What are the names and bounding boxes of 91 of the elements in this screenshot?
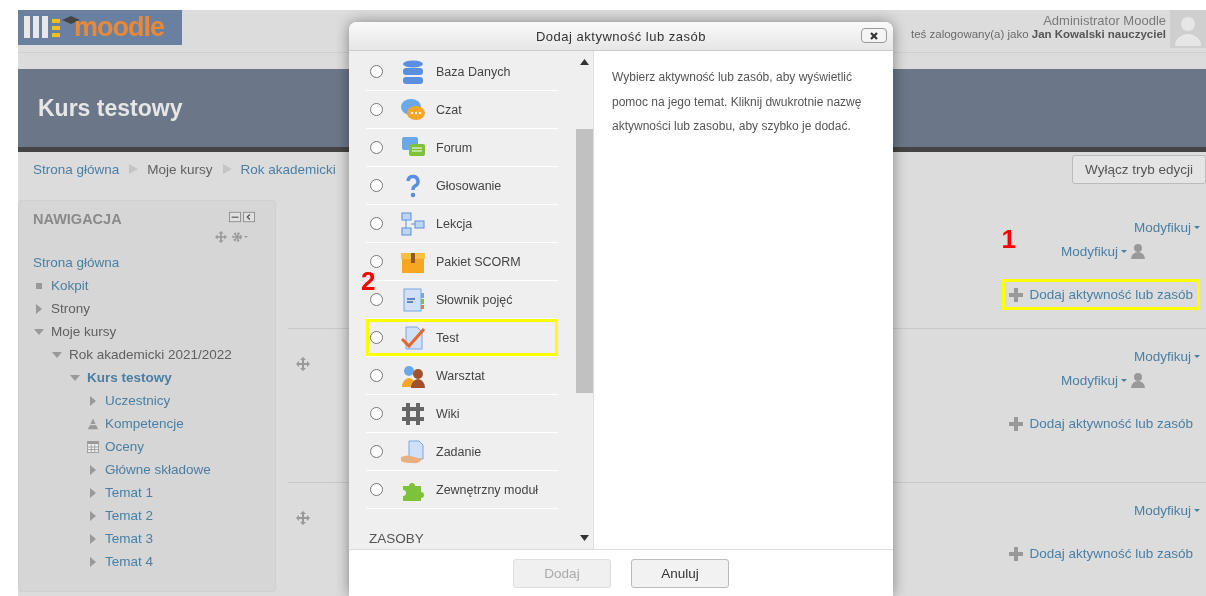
radio-button[interactable] [370, 179, 383, 192]
grid-icon [87, 440, 99, 453]
callout-number: 2 [361, 266, 376, 297]
nav-link[interactable]: Główne składowe [105, 462, 211, 477]
activity-label[interactable]: Warsztat [436, 368, 485, 383]
move-icon[interactable] [296, 511, 310, 525]
cancel-button[interactable]: Anuluj [631, 558, 729, 588]
hand-document-icon[interactable] [400, 438, 426, 465]
activity-label[interactable]: Głosowanie [436, 178, 502, 193]
close-button[interactable] [861, 28, 887, 43]
activity-label[interactable]: Forum [436, 140, 473, 155]
pyramid-icon [87, 417, 99, 430]
radio-button[interactable] [370, 445, 383, 458]
dialog-title: Dodaj aktywność lub zasób [536, 28, 706, 44]
close-icon [869, 30, 879, 41]
activity-label[interactable]: Zadanie [436, 444, 482, 459]
breadcrumb-separator-icon [221, 164, 232, 174]
activity-label[interactable]: Wiki [436, 406, 460, 421]
activity-label[interactable]: Czat [436, 102, 462, 117]
move-icon[interactable] [296, 357, 310, 371]
edit-menu-link[interactable]: Modyfikuj [1133, 220, 1191, 235]
nav-link[interactable]: Kurs testowy [87, 370, 172, 385]
breadcrumb-link[interactable]: Rok akademicki [240, 161, 336, 177]
nav-link[interactable]: Uczestnicy [105, 393, 171, 408]
scroll-thumb[interactable] [576, 129, 593, 393]
nav-link[interactable]: Temat 2 [105, 508, 154, 523]
radio-button[interactable] [370, 65, 383, 78]
login-info: teś zalogowany(a) jako Jan Kowalski nauczyciel [910, 28, 1166, 40]
user-role: Administrator Moodle [1043, 13, 1166, 28]
add-activity-link[interactable]: Dodaj aktywność lub zasób [1029, 416, 1193, 431]
callout-number: 1 [1001, 224, 1016, 255]
nav-link[interactable]: Temat 3 [105, 531, 154, 546]
activity-label[interactable]: Test [436, 330, 459, 345]
edit-menu-link[interactable]: Modyfikuj [1133, 349, 1191, 364]
flowchart-icon[interactable] [400, 210, 426, 237]
breadcrumb-item: Moje kursy [147, 161, 213, 177]
nav-link[interactable]: Temat 4 [105, 554, 154, 569]
caret-icon[interactable] [1194, 226, 1200, 229]
radio-button[interactable] [370, 407, 383, 420]
chat-bubbles-icon[interactable] [400, 96, 426, 123]
move-icon[interactable] [215, 231, 227, 243]
add-activity-link[interactable]: Dodaj aktywność lub zasób [1029, 287, 1193, 302]
nav-link[interactable]: Kokpit [51, 278, 89, 293]
radio-button[interactable] [370, 217, 383, 230]
radio-button[interactable] [370, 331, 383, 344]
radio-button[interactable] [370, 483, 383, 496]
nav-link[interactable]: Temat 1 [105, 485, 154, 500]
radio-button[interactable] [370, 141, 383, 154]
caret-icon[interactable] [1121, 378, 1127, 382]
activity-label[interactable]: Słownik pojęć [436, 292, 513, 307]
logo-text: moodle [74, 14, 164, 41]
radio-button[interactable] [370, 293, 383, 306]
dock-icon[interactable] [243, 211, 255, 223]
checkmark-document-icon[interactable] [400, 324, 426, 351]
dictionary-icon[interactable] [400, 286, 426, 313]
radio-button[interactable] [370, 255, 383, 268]
caret-icon[interactable] [1194, 509, 1200, 512]
scroll-down-icon[interactable] [580, 535, 589, 541]
edit-menu-link[interactable]: Modyfikuj [1060, 372, 1118, 388]
nav-link[interactable]: Oceny [105, 439, 145, 454]
edit-mode-button[interactable]: Wyłącz tryb edycji [1072, 154, 1206, 184]
activity-label[interactable]: Zewnętrzny moduł [436, 482, 539, 497]
settings-icon[interactable] [231, 231, 249, 243]
course-title: Kurs testowy [38, 94, 183, 122]
nav-item[interactable]: Rok akademicki 2021/2022 [69, 347, 232, 362]
plus-icon[interactable] [1009, 416, 1024, 431]
block-title: NAWIGACJA [33, 211, 122, 227]
scroll-up-icon[interactable] [580, 59, 589, 65]
edit-menu-link[interactable]: Modyfikuj [1133, 503, 1191, 518]
minimize-icon[interactable] [229, 211, 241, 223]
nav-link[interactable]: Kompetencje [105, 416, 184, 431]
activity-label[interactable]: Pakiet SCORM [436, 254, 521, 269]
nav-link[interactable]: Strona główna [33, 255, 120, 270]
nav-item[interactable]: Moje kursy [51, 324, 117, 339]
breadcrumb-link[interactable]: Strona główna [33, 161, 120, 177]
nav-item[interactable]: Strony [51, 301, 91, 316]
add-activity-link[interactable]: Dodaj aktywność lub zasób [1029, 546, 1193, 561]
section-heading: ZASOBY [369, 530, 425, 546]
caret-icon[interactable] [1194, 355, 1200, 358]
activity-label[interactable]: Baza Danych [436, 64, 511, 79]
radio-button[interactable] [370, 369, 383, 382]
breadcrumb-separator-icon [128, 164, 139, 174]
person-icon[interactable] [1130, 372, 1146, 388]
plus-icon[interactable] [1009, 287, 1024, 302]
person-icon[interactable] [1130, 243, 1146, 259]
radio-button[interactable] [370, 103, 383, 116]
plus-icon[interactable] [1009, 546, 1024, 561]
activity-label[interactable]: Lekcja [436, 216, 473, 231]
edit-menu-link[interactable]: Modyfikuj [1060, 243, 1118, 259]
database-icon[interactable] [400, 58, 426, 85]
caret-icon[interactable] [1121, 249, 1127, 253]
